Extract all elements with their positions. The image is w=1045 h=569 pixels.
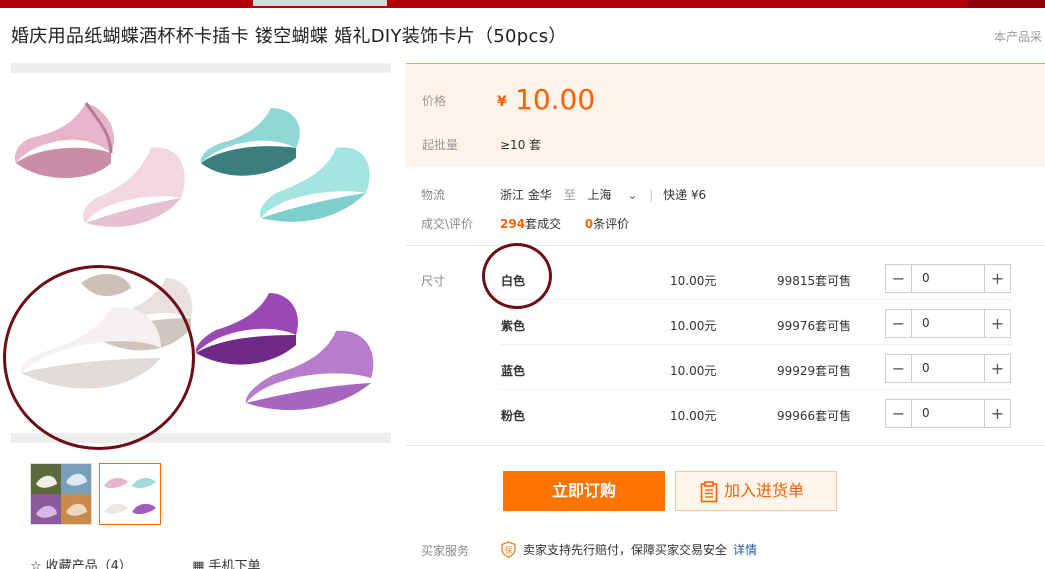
sku-price: 10.00元 [670, 274, 717, 288]
price-currency: ¥ [497, 94, 507, 110]
logistics-info: 浙江 金华 至 上海 ⌄ | 快递 ¥6 [500, 186, 706, 203]
minus-button[interactable]: − [886, 400, 912, 427]
divider-top [406, 245, 1045, 246]
product-actions: ☆ 收藏产品（4） ▦ 手机下单 [30, 555, 265, 569]
blue-butterfly-back [200, 108, 300, 176]
trade-info: 294套成交 0条评价 [500, 215, 629, 232]
divider-bottom [406, 445, 1045, 446]
shipping-fee: 快递 ¥6 [663, 188, 707, 202]
deals-count[interactable]: 294 [500, 217, 525, 231]
image-top-band [11, 63, 391, 73]
service-label: 买家服务 [421, 544, 470, 558]
min-order-label: 起批量 [422, 138, 459, 152]
service-info: 保 卖家支持先行赔付，保障买家交易安全 详情 [500, 541, 757, 558]
thumbnail-2-image [100, 464, 160, 524]
service-details-link[interactable]: 详情 [733, 543, 757, 557]
row-separator [500, 344, 1011, 345]
top-bar-tab-right[interactable] [968, 0, 1045, 8]
price-label: 价格 [422, 94, 447, 108]
top-bar [0, 0, 1045, 8]
quantity-input[interactable]: 0 [913, 400, 984, 427]
ship-from: 浙江 金华 [500, 188, 552, 202]
sku-stock: 99815套可售 [777, 274, 852, 288]
svg-text:保: 保 [505, 545, 513, 555]
sku-price: 10.00元 [670, 409, 717, 423]
minus-button[interactable]: − [886, 310, 912, 337]
mobile-icon[interactable]: ▦ [192, 559, 204, 569]
price-value: 10.00 [515, 83, 596, 116]
plus-button[interactable]: + [984, 310, 1010, 337]
clipboard-icon [700, 481, 718, 503]
add-to-cart-button[interactable]: 加入进货单 [675, 471, 837, 511]
sku-name[interactable]: 蓝色 [501, 362, 525, 379]
sku-name[interactable]: 白色 [501, 272, 525, 289]
thumbnail-2[interactable] [99, 463, 161, 525]
logistics-label: 物流 [421, 188, 446, 202]
min-order-value: ≥10 套 [500, 138, 542, 152]
sku-name[interactable]: 粉色 [501, 407, 525, 424]
quantity-stepper: − 0 + [885, 309, 1011, 338]
plus-button[interactable]: + [984, 265, 1010, 292]
quantity-stepper: − 0 + [885, 264, 1011, 293]
reviews-count[interactable]: 0 [585, 217, 593, 231]
sku-price: 10.00元 [670, 319, 717, 333]
quantity-input[interactable]: 0 [913, 265, 984, 292]
thumbnail-1-image [31, 464, 91, 524]
chevron-down-icon[interactable]: ⌄ [627, 188, 637, 202]
sku-price: 10.00元 [670, 364, 717, 378]
image-bottom-band [11, 433, 391, 443]
minus-button[interactable]: − [886, 355, 912, 382]
ship-to-word: 至 [563, 188, 576, 202]
butterflies-illustration [14, 102, 374, 411]
star-icon[interactable]: ☆ [30, 559, 42, 569]
row-separator [500, 389, 1011, 390]
thumbnail-1[interactable] [30, 463, 92, 525]
quantity-input[interactable]: 0 [913, 355, 984, 382]
title-right-text: 本产品采 [994, 30, 1043, 44]
trade-label: 成交\评价 [421, 217, 474, 231]
favorite-link[interactable]: 收藏产品（4） [46, 559, 132, 569]
deals-unit: 套成交 [525, 217, 562, 231]
plus-button[interactable]: + [984, 355, 1010, 382]
mobile-order-link[interactable]: 手机下单 [209, 559, 261, 569]
shield-icon: 保 [501, 541, 516, 558]
pink-butterfly-back [14, 102, 115, 178]
sku-stock: 99966套可售 [777, 409, 852, 423]
sku-stock: 99929套可售 [777, 364, 852, 378]
quantity-stepper: − 0 + [885, 354, 1011, 383]
ship-to-select[interactable]: 上海 [588, 188, 612, 202]
add-to-cart-label: 加入进货单 [724, 481, 805, 500]
buy-now-button[interactable]: 立即订购 [503, 471, 665, 511]
top-bar-tab[interactable] [253, 0, 387, 6]
product-title: 婚庆用品纸蝴蝶酒杯杯卡插卡 镂空蝴蝶 婚礼DIY装饰卡片（50pcs） [11, 26, 567, 47]
minus-button[interactable]: − [886, 265, 912, 292]
plus-button[interactable]: + [984, 400, 1010, 427]
main-product-image[interactable] [11, 63, 391, 443]
row-separator [500, 299, 1011, 300]
separator: | [649, 188, 654, 202]
quantity-input[interactable]: 0 [913, 310, 984, 337]
purple-butterfly-back [195, 293, 298, 365]
quantity-stepper: − 0 + [885, 399, 1011, 428]
sku-name[interactable]: 紫色 [501, 317, 525, 334]
reviews-unit: 条评价 [593, 217, 630, 231]
sku-label: 尺寸 [421, 274, 446, 288]
service-text: 卖家支持先行赔付，保障买家交易安全 [523, 543, 728, 557]
sku-stock: 99976套可售 [777, 319, 852, 333]
